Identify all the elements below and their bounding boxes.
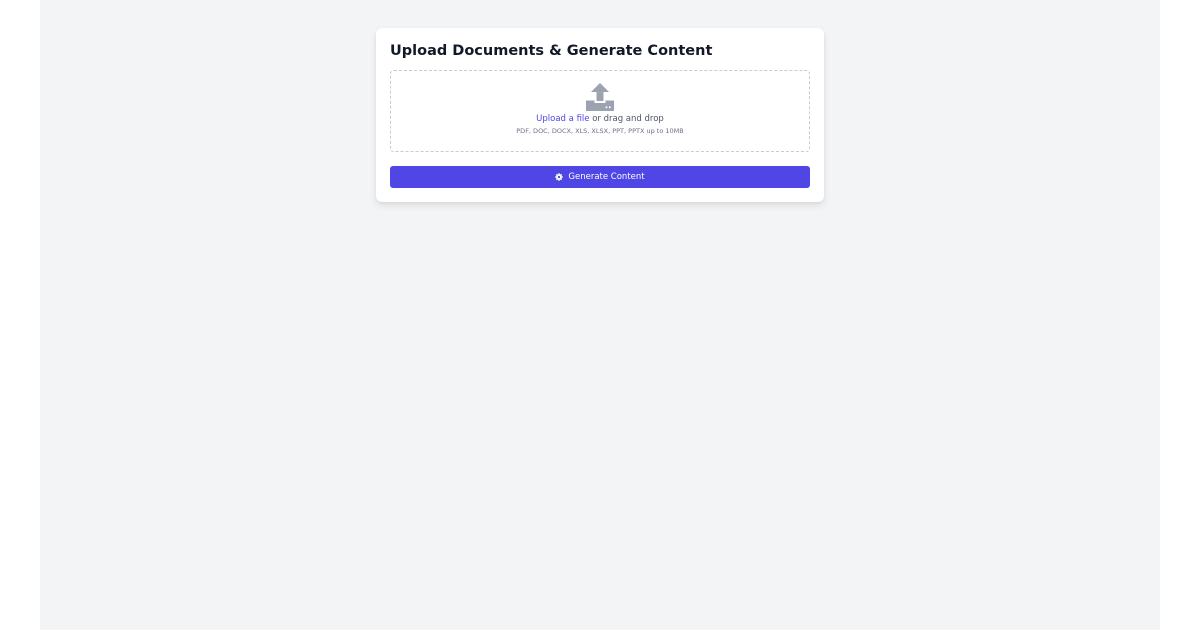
allowed-formats-hint: PDF, DOC, DOCX, XLS, XLSX, PPT, PPTX up … [516, 127, 684, 135]
upload-card: Upload Documents & Generate Content Uplo… [376, 28, 824, 202]
upload-instructions: Upload a file or drag and drop [536, 114, 664, 125]
upload-file-link[interactable]: Upload a file [536, 114, 589, 124]
upload-icon [586, 83, 614, 111]
gear-icon [555, 173, 564, 181]
drag-drop-text: or drag and drop [589, 114, 664, 124]
page-title: Upload Documents & Generate Content [390, 43, 713, 59]
generate-content-button[interactable]: Generate Content [390, 166, 810, 188]
file-dropzone[interactable]: Upload a file or drag and drop PDF, DOC,… [390, 70, 810, 152]
generate-content-label: Generate Content [568, 172, 645, 182]
